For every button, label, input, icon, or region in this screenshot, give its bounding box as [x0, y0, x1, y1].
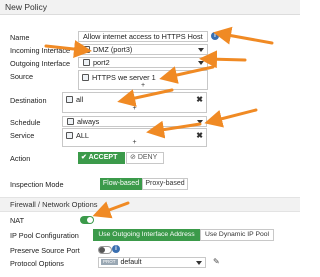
- arrow-to-source: [159, 65, 215, 84]
- arrow-to-incoming: [44, 40, 92, 58]
- arrow-to-outgoing: [199, 50, 247, 69]
- arrow-to-nat: [92, 201, 130, 219]
- arrow-to-schedule: [204, 108, 258, 128]
- arrow-to-name: [213, 26, 274, 45]
- annotation-arrows: [44, 26, 274, 219]
- arrow-to-destination: [117, 88, 174, 107]
- arrow-to-service: [146, 120, 202, 139]
